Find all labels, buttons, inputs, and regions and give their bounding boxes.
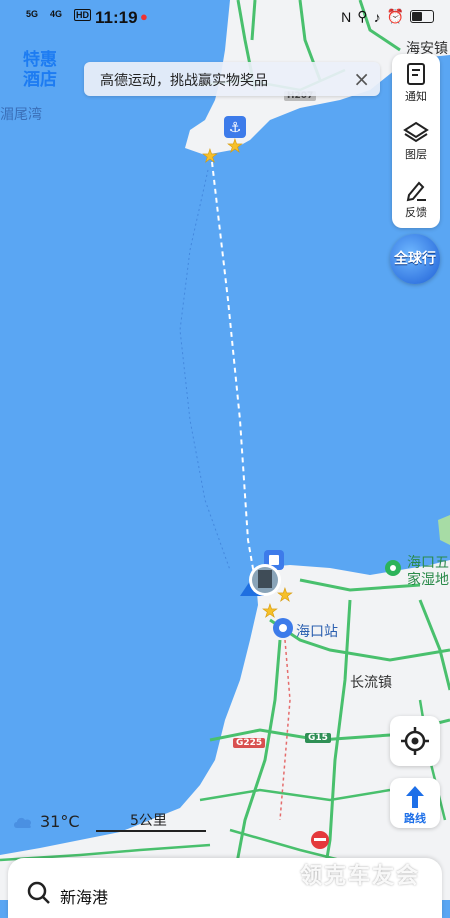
hotel-promo-badge[interactable]: 特惠 酒店 [8,50,72,98]
mic-icon: ♪ [373,8,381,25]
route-button[interactable]: 路线 [390,778,440,828]
search-input[interactable]: 新海港 [60,884,108,908]
map-label-station: 海口站 [296,624,338,640]
weather-widget[interactable]: 31°C [12,812,80,831]
feedback-edit-icon [406,181,426,202]
global-travel-label: 全球行 [394,251,436,267]
north-port-anchor-icon[interactable]: ⚓ [224,116,246,138]
station-pin-icon[interactable] [273,618,293,638]
alarm-icon: ⏰ [386,8,404,24]
road-shield-g225: G225 [233,738,266,748]
status-time: 11:19 [95,8,138,27]
route-label: 路线 [404,812,426,825]
locate-button[interactable] [390,716,440,766]
road-shield-g15: G15 [305,733,331,743]
status-bar: 5G 4G HD 11:19 ● N ⚲ ♪ ⏰ [0,0,450,34]
scale-bar [96,830,206,832]
location-icon: ⚲ [357,8,368,24]
poi-star-icon[interactable]: ★ [202,146,219,168]
hd-indicator: HD [74,9,91,21]
network-4g-indicator: 4G [50,9,63,19]
cloud-icon [14,817,32,828]
layers-button[interactable]: 图层 [392,114,440,170]
layers-label: 图层 [405,148,427,161]
battery-icon [410,10,434,23]
notification-label: 通知 [405,90,427,103]
wetland-pin-icon[interactable] [385,560,401,576]
watermark: 领克车友会 [300,864,421,889]
poi-star-icon[interactable]: ★ [262,601,279,623]
map-label-wetland-2: 家湿地 [407,572,449,588]
notification-button[interactable]: 通知 [392,56,440,112]
search-icon [27,881,50,904]
promo-line-1: 特惠 [23,50,57,70]
nfc-icon: N [341,8,352,25]
no-entry-icon [311,831,329,849]
promo-line-2: 酒店 [23,70,57,90]
map-scale: 5公里 [96,810,206,832]
activity-banner[interactable]: 高德运动，挑战赢实物奖品 × [84,62,380,96]
layers-icon [403,121,429,143]
map-canvas[interactable]: ⚓ ★ ★ ★ ★ [0,0,450,900]
poi-star-icon[interactable]: ★ [277,585,294,607]
temperature: 31°C [40,812,80,831]
arrow-up-icon [406,786,424,808]
poi-star-icon[interactable]: ★ [227,136,244,158]
notification-icon [407,63,425,85]
close-icon[interactable]: × [353,67,370,91]
feedback-button[interactable]: 反馈 [392,172,440,228]
banner-text: 高德运动，挑战赢实物奖品 [100,72,268,88]
scale-label: 5公里 [130,813,167,829]
crosshair-icon [401,727,429,755]
feedback-label: 反馈 [405,206,427,219]
map-tool-panel: 通知 图层 反馈 [392,54,440,228]
map-label-bay: 湄尾湾 [0,107,42,123]
global-travel-button[interactable]: 全球行 [390,234,440,284]
svg-text:⚓: ⚓ [229,120,242,136]
weibo-icon: ● [140,9,148,24]
network-5g-indicator: 5G [26,9,39,19]
map-label-town-changliu: 长流镇 [350,675,392,691]
